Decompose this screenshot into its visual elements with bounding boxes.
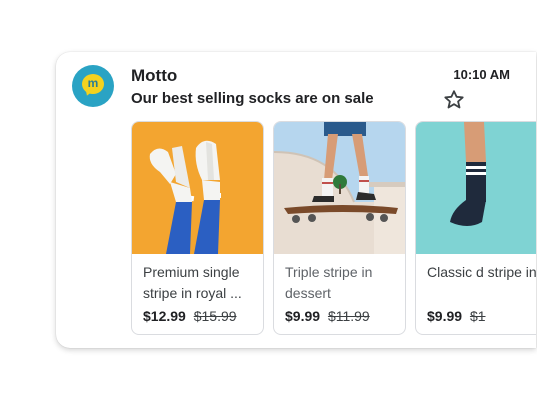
product-image (416, 122, 536, 254)
product-card[interactable]: Triple stripe in dessert $9.99 $11.99 (273, 121, 406, 335)
avatar-letter: m (82, 74, 104, 94)
product-title: Premium single stripe in royal ... (143, 264, 242, 301)
product-original-price: $1 (469, 308, 486, 324)
product-image (132, 122, 263, 254)
product-prices: $9.99 $1 (427, 308, 486, 324)
product-price: $9.99 (285, 308, 321, 324)
product-card[interactable]: Premium single stripe in royal ... $12.9… (131, 121, 264, 335)
product-prices: $9.99 $11.99 (285, 308, 370, 324)
star-icon[interactable] (442, 88, 466, 112)
product-original-price: $11.99 (327, 308, 370, 324)
product-price: $9.99 (427, 308, 463, 324)
product-card[interactable]: Classic d stripe in $9.99 $1 (415, 121, 536, 335)
product-prices: $12.99 $15.99 (143, 308, 237, 324)
sender-name: Motto (131, 66, 178, 85)
email-promo-card[interactable]: m Motto 10:10 AM Our best selling socks … (56, 52, 536, 348)
product-original-price: $15.99 (193, 308, 237, 324)
email-time: 10:10 AM (453, 67, 510, 82)
email-subject: Our best selling socks are on sale (131, 90, 374, 107)
product-image (274, 122, 405, 254)
product-carousel[interactable]: Premium single stripe in royal ... $12.9… (131, 121, 536, 337)
product-price: $12.99 (143, 308, 186, 324)
product-title: Triple stripe in dessert (285, 264, 373, 301)
sender-avatar: m (72, 65, 114, 107)
product-title: Classic d stripe in (427, 264, 536, 280)
